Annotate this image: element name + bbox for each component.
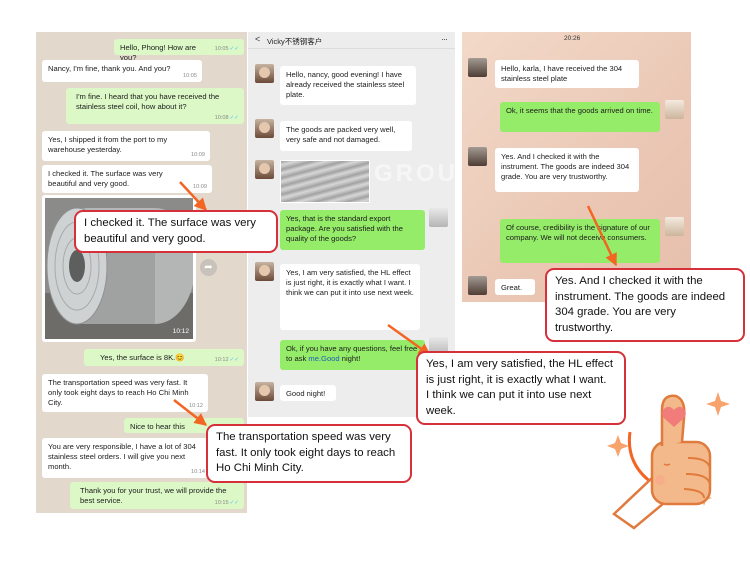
arrow-surface (179, 181, 207, 211)
callout-text: Yes, I am very satisfied, the HL effect … (426, 358, 613, 386)
callout-hl: Yes, I am very satisfied, the HL effect … (416, 351, 626, 425)
callout-text: The transportation speed was very fast. … (216, 431, 396, 474)
callout-transport: The transportation speed was very fast. … (206, 424, 412, 483)
callout-surface: I checked it. The surface was very beaut… (74, 210, 278, 253)
callout-text: Yes. And I checked it with the instrumen… (555, 275, 726, 334)
thumbs-up-icon (607, 392, 730, 530)
arrow-instrument (586, 205, 618, 267)
callout-text: I think we can put it into use next week… (426, 389, 592, 417)
callout-text: I checked it. The surface was very beaut… (84, 217, 256, 245)
callout-instrument: Yes. And I checked it with the instrumen… (545, 268, 745, 342)
arrow-transport (173, 399, 207, 426)
